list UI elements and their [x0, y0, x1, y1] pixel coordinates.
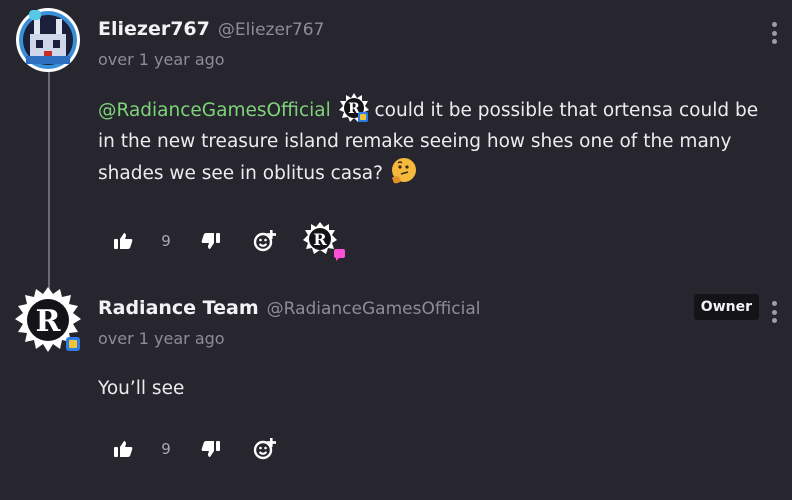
user-handle: @RadianceGamesOfficial: [266, 299, 481, 319]
like-count: 9: [161, 440, 171, 458]
add-reaction-icon[interactable]: [252, 436, 278, 462]
svg-text:R: R: [36, 304, 62, 339]
timestamp: over 1 year ago: [98, 329, 225, 348]
display-name[interactable]: Radiance Team: [98, 297, 259, 319]
comment-text: You’ll see: [98, 378, 185, 399]
thumbs-down-icon[interactable]: [198, 436, 224, 462]
user-avatar[interactable]: R: [11, 285, 81, 352]
comment-actions: 9: [110, 436, 278, 462]
comment: R Radiance Team @RadianceGamesOfficial o…: [0, 0, 792, 500]
thumbs-up-icon[interactable]: [110, 436, 136, 462]
comment-body: You’ll see: [98, 373, 778, 404]
owner-badge: Owner: [693, 294, 759, 320]
more-options-icon[interactable]: [770, 301, 778, 323]
